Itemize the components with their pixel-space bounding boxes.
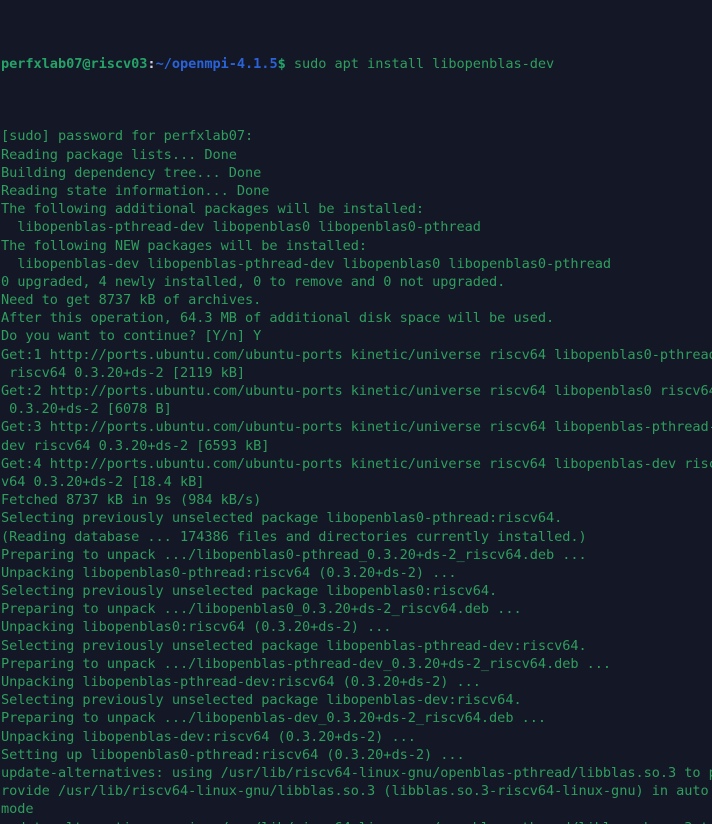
terminal-line: Selecting previously unselected package …: [1, 583, 498, 600]
terminal-line: update-alternatives: using /usr/lib/risc…: [0, 819, 712, 824]
terminal-line: Preparing to unpack .../libopenblas0-pth…: [1, 546, 587, 563]
terminal-line: rovide /usr/lib/riscv64-linux-gnu/libbla…: [1, 783, 709, 800]
terminal-line: The following additional packages will b…: [1, 201, 424, 218]
terminal-line: Preparing to unpack .../libopenblas-pthr…: [1, 655, 612, 672]
prompt-command-text: sudo apt install libopenblas-dev: [285, 55, 555, 72]
terminal-line: Do you want to continue? [Y/n] Y: [1, 328, 262, 345]
terminal-line: mode: [1, 801, 34, 818]
terminal-line: Get:1 http://ports.ubuntu.com/ubuntu-por…: [1, 346, 712, 363]
prompt-separator: :: [147, 55, 156, 72]
terminal-line: libopenblas-dev libopenblas-pthread-dev …: [1, 255, 612, 272]
terminal-line: libopenblas-pthread-dev libopenblas0 lib…: [1, 219, 481, 236]
terminal-line: The following NEW packages will be insta…: [1, 237, 368, 254]
terminal-line: v64 0.3.20+ds-2 [18.4 kB]: [1, 473, 205, 490]
terminal-line: 0 upgraded, 4 newly installed, 0 to remo…: [1, 273, 506, 290]
terminal-line: Reading package lists... Done: [1, 146, 237, 163]
terminal-line: Need to get 8737 kB of archives.: [1, 292, 262, 309]
terminal-line: Selecting previously unselected package …: [1, 510, 563, 527]
terminal-line: Preparing to unpack .../libopenblas0_0.3…: [1, 601, 522, 618]
terminal-line: Get:3 http://ports.ubuntu.com/ubuntu-por…: [1, 419, 712, 436]
terminal-line: Unpacking libopenblas-dev:riscv64 (0.3.2…: [1, 728, 416, 745]
shell-prompt-line: perfxlab07@riscv03:~/openmpi-4.1.5$ sudo…: [0, 55, 712, 73]
terminal-line: (Reading database ... 174386 files and d…: [1, 528, 587, 545]
terminal-line: 0.3.20+ds-2 [6078 B]: [1, 401, 172, 418]
terminal-line: Preparing to unpack .../libopenblas-dev_…: [1, 710, 546, 727]
terminal-line: Unpacking libopenblas0:riscv64 (0.3.20+d…: [1, 619, 392, 636]
terminal-line: Unpacking libopenblas0-pthread:riscv64 (…: [1, 564, 457, 581]
terminal-line: Reading state information... Done: [1, 182, 270, 199]
terminal-line: Building dependency tree... Done: [1, 164, 262, 181]
terminal-line: [sudo] password for perfxlab07:: [1, 128, 254, 145]
prompt-dollar-sign: $: [277, 55, 286, 72]
terminal-line: Setting up libopenblas0-pthread:riscv64 …: [1, 746, 465, 763]
terminal-line: Unpacking libopenblas-pthread-dev:riscv6…: [1, 674, 481, 691]
terminal-line: Get:2 http://ports.ubuntu.com/ubuntu-por…: [1, 383, 712, 400]
terminal-line: riscv64 0.3.20+ds-2 [2119 kB]: [1, 364, 246, 381]
terminal-line: Selecting previously unselected package …: [1, 692, 522, 709]
terminal-line: After this operation, 64.3 MB of additio…: [1, 310, 555, 327]
terminal-line: Selecting previously unselected package …: [1, 637, 587, 654]
terminal-line: Get:4 http://ports.ubuntu.com/ubuntu-por…: [1, 455, 712, 472]
terminal-line: dev riscv64 0.3.20+ds-2 [6593 kB]: [1, 437, 270, 454]
terminal-line: update-alternatives: using /usr/lib/risc…: [1, 764, 712, 781]
prompt-user-host: perfxlab07@riscv03: [1, 55, 148, 72]
terminal-line: Fetched 8737 kB in 9s (984 kB/s): [1, 492, 262, 509]
terminal-output-area[interactable]: perfxlab07@riscv03:~/openmpi-4.1.5$ sudo…: [0, 0, 712, 824]
terminal-scrollback: [sudo] password for perfxlab07: Reading p…: [0, 127, 712, 824]
prompt-working-directory: ~/openmpi-4.1.5: [155, 55, 278, 72]
